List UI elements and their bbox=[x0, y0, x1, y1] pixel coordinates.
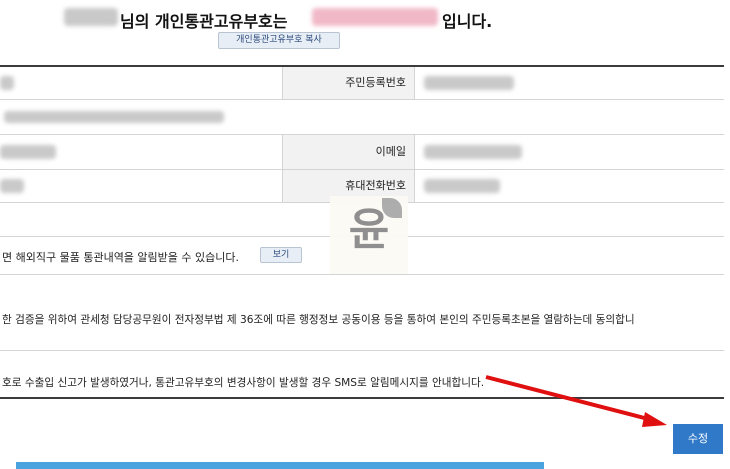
bottom-bar bbox=[16, 462, 544, 469]
arrow-shaft bbox=[485, 375, 653, 422]
submit-button[interactable]: 수정 bbox=[673, 424, 723, 454]
arrow-annotation bbox=[485, 375, 667, 427]
arrow-head bbox=[642, 412, 667, 427]
